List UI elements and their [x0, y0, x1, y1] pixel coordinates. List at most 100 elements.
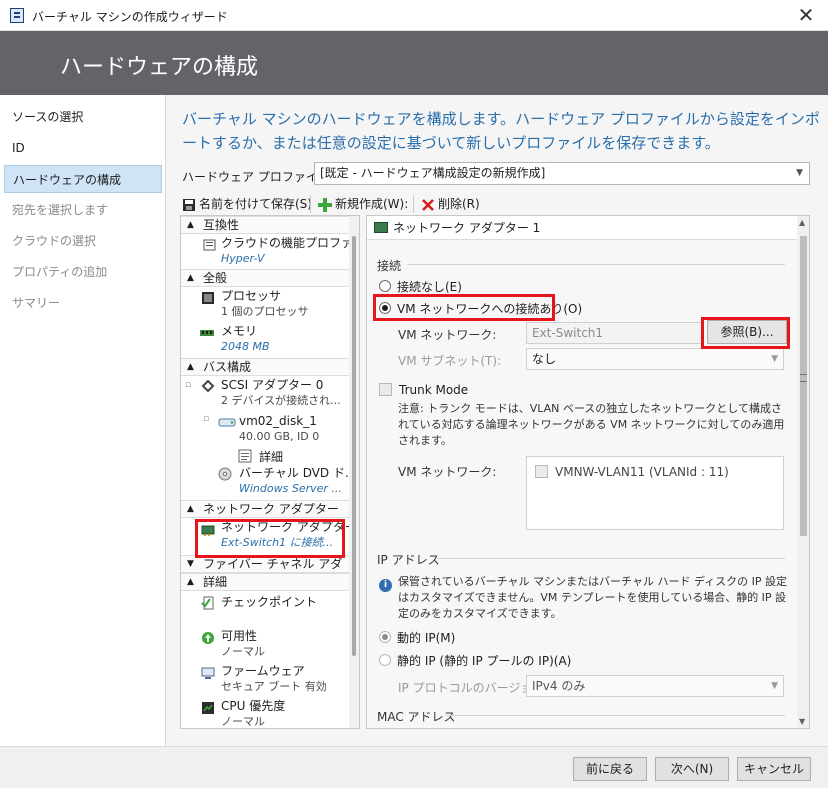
vm-network-field: Ext-Switch1 — [526, 322, 702, 344]
page-title: ハードウェアの構成 — [60, 55, 259, 80]
close-icon[interactable]: ✕ — [794, 4, 818, 26]
section-advanced[interactable]: ▲ 詳細 — [181, 573, 349, 591]
panel-scrollbar[interactable]: ▲ ▼ — [797, 216, 809, 728]
not-connected-label: 接続なし(E) — [397, 280, 462, 294]
section-bus[interactable]: ▲ バス構成 — [181, 358, 349, 376]
next-button[interactable]: 次へ(N) — [655, 757, 729, 781]
tree-item-details[interactable]: 詳細 — [259, 450, 283, 465]
ip-protocol-select[interactable]: IPv4 のみ ▼ — [526, 675, 784, 697]
save-as-button[interactable]: 名前を付けて保存(S) — [182, 194, 312, 214]
section-compat[interactable]: ▲ 互換性 — [181, 216, 349, 234]
tree-item-disk[interactable]: vm02_disk_1 — [239, 414, 317, 429]
tree-item-availability-sub: ノーマル — [221, 645, 265, 658]
tree-item-processor-sub: 1 個のプロセッサ — [221, 305, 309, 318]
group-divider — [407, 264, 785, 265]
trunk-mode-checkbox[interactable]: Trunk Mode — [379, 382, 468, 398]
memory-icon — [200, 330, 214, 336]
vm-subnet-select[interactable]: なし ▼ — [526, 348, 784, 370]
static-ip-label: 静的 IP (静的 IP プールの IP)(A) — [397, 654, 572, 668]
section-general[interactable]: ▲ 全般 — [181, 269, 349, 287]
scroll-up-icon[interactable]: ▲ — [799, 218, 805, 227]
new-label: 新規作成(W): — [335, 197, 409, 211]
dvd-icon — [218, 467, 232, 481]
section-title: ネットワーク アダプター — [203, 502, 339, 516]
ip-group-label: IP アドレス — [377, 553, 440, 567]
trunk-vm-network-label: VM ネットワーク: — [398, 465, 497, 479]
nav-item-hardware[interactable]: ハードウェアの構成 — [4, 165, 162, 193]
tree-item-scsi-adapter[interactable]: SCSI アダプター 0 — [221, 378, 323, 393]
browse-button[interactable]: 参照(B)... — [707, 320, 787, 344]
dynamic-ip-radio[interactable]: 動的 IP(M) — [379, 630, 455, 646]
wizard-nav: ソースの選択 ID ハードウェアの構成 宛先を選択します クラウドの選択 プロパ… — [0, 95, 166, 746]
cpu-priority-icon — [202, 702, 214, 714]
tree-item-availability[interactable]: 可用性 — [221, 629, 257, 644]
radio-off-icon — [379, 654, 391, 666]
static-ip-radio[interactable]: 静的 IP (静的 IP プールの IP)(A) — [379, 653, 571, 669]
save-as-label: 名前を付けて保存(S) — [199, 197, 312, 211]
nav-item-destination: 宛先を選択します — [12, 203, 109, 217]
list-item[interactable]: VMNW-VLAN11 (VLANId : 11) — [535, 464, 729, 480]
group-divider — [445, 715, 785, 716]
tree-item-cpu-priority-sub: ノーマル — [221, 715, 265, 728]
vm-subnet-label: VM サブネット(T): — [398, 354, 502, 368]
delete-button[interactable]: 削除(R) — [421, 194, 480, 214]
scsi-icon — [201, 379, 215, 393]
nav-item-id[interactable]: ID — [4, 134, 162, 162]
intro-text: バーチャル マシンのハードウェアを構成します。ハードウェア プロファイルから設定… — [182, 110, 820, 152]
toolbar-divider — [310, 195, 311, 213]
trunk-vm-network-list[interactable]: VMNW-VLAN11 (VLANId : 11) — [526, 456, 784, 530]
disk-icon — [218, 418, 236, 427]
section-title: 互換性 — [203, 218, 240, 232]
plus-icon — [318, 197, 332, 212]
tree-item-cpu-priority[interactable]: CPU 優先度 — [221, 699, 285, 714]
tree-item-cloud-capability[interactable]: クラウドの機能プロファ... — [221, 236, 359, 251]
tree-item-network-adapter-sub: Ext-Switch1 に接続... — [221, 536, 334, 549]
not-connected-radio[interactable]: 接続なし(E) — [379, 279, 462, 295]
new-button[interactable]: 新規作成(W): — [318, 194, 408, 214]
tree-item-memory[interactable]: メモリ — [221, 324, 257, 339]
save-icon — [183, 198, 195, 211]
collapse-arrow-icon: ▲ — [187, 220, 194, 230]
tree-item-firmware-sub: セキュア ブート 有効 — [221, 680, 327, 693]
tree-item-memory-sub: 2048 MB — [221, 340, 270, 353]
vm-network-radio[interactable]: VM ネットワークへの接続あり(O) — [379, 301, 582, 317]
window-title: バーチャル マシンの作成ウィザード — [32, 10, 228, 24]
section-title: バス構成 — [203, 360, 252, 374]
cancel-button[interactable]: キャンセル — [737, 757, 811, 781]
tree-item-processor[interactable]: プロセッサ — [221, 289, 281, 304]
chevron-down-icon: ▼ — [771, 681, 778, 691]
checkpoint-icon — [201, 596, 214, 610]
tree-scrollbar[interactable] — [349, 216, 359, 728]
nav-item-source[interactable]: ソースの選択 — [4, 103, 162, 131]
delete-x-icon — [422, 198, 434, 211]
tree-item-firmware[interactable]: ファームウェア — [221, 664, 305, 679]
tree-item-cloud-capability-sub: Hyper-V — [221, 252, 265, 265]
collapse-box-icon[interactable]: ▫ — [185, 380, 191, 390]
tree-scrollbar-thumb[interactable] — [352, 236, 356, 656]
collapse-arrow-icon: ▲ — [187, 577, 194, 587]
profile-select[interactable]: [既定 - ハードウェア構成設定の新規作成] ▼ — [314, 162, 810, 185]
back-button[interactable]: 前に戻る — [573, 757, 647, 781]
section-fibre-channel[interactable]: ▼ファイバー チャネル アダプター — [181, 555, 349, 587]
scroll-down-icon[interactable]: ▼ — [799, 717, 805, 726]
scrollbar-grip-icon — [800, 374, 807, 382]
expand-arrow-icon: ▼ — [187, 559, 194, 569]
collapse-arrow-icon: ▲ — [187, 362, 194, 372]
ip-info-text: 保管されているバーチャル マシンまたはバーチャル ハード ディスクの IP 設定… — [398, 575, 788, 620]
collapse-box-icon[interactable]: ▫ — [203, 414, 209, 424]
collapse-arrow-icon: ▲ — [187, 273, 194, 283]
toolbar-divider — [413, 195, 414, 213]
panel-scrollbar-thumb[interactable] — [800, 236, 807, 536]
tree-item-network-adapter[interactable]: ネットワーク アダプター 1 — [221, 520, 359, 535]
panel-heading-label: ネットワーク アダプター 1 — [393, 221, 541, 235]
section-network[interactable]: ▲ ネットワーク アダプター — [181, 500, 349, 518]
dynamic-ip-label: 動的 IP(M) — [397, 631, 456, 645]
details-icon — [238, 449, 252, 463]
vm-network-option-label: VM ネットワークへの接続あり(O) — [397, 302, 583, 316]
trunk-mode-label: Trunk Mode — [399, 383, 469, 397]
app-icon — [10, 8, 24, 23]
title-bar: バーチャル マシンの作成ウィザード ✕ — [0, 0, 828, 31]
tree-item-checkpoint[interactable]: チェックポイント — [221, 595, 317, 610]
tree-item-dvd[interactable]: バーチャル DVD ド... — [239, 466, 356, 481]
radio-on-icon — [379, 302, 391, 314]
